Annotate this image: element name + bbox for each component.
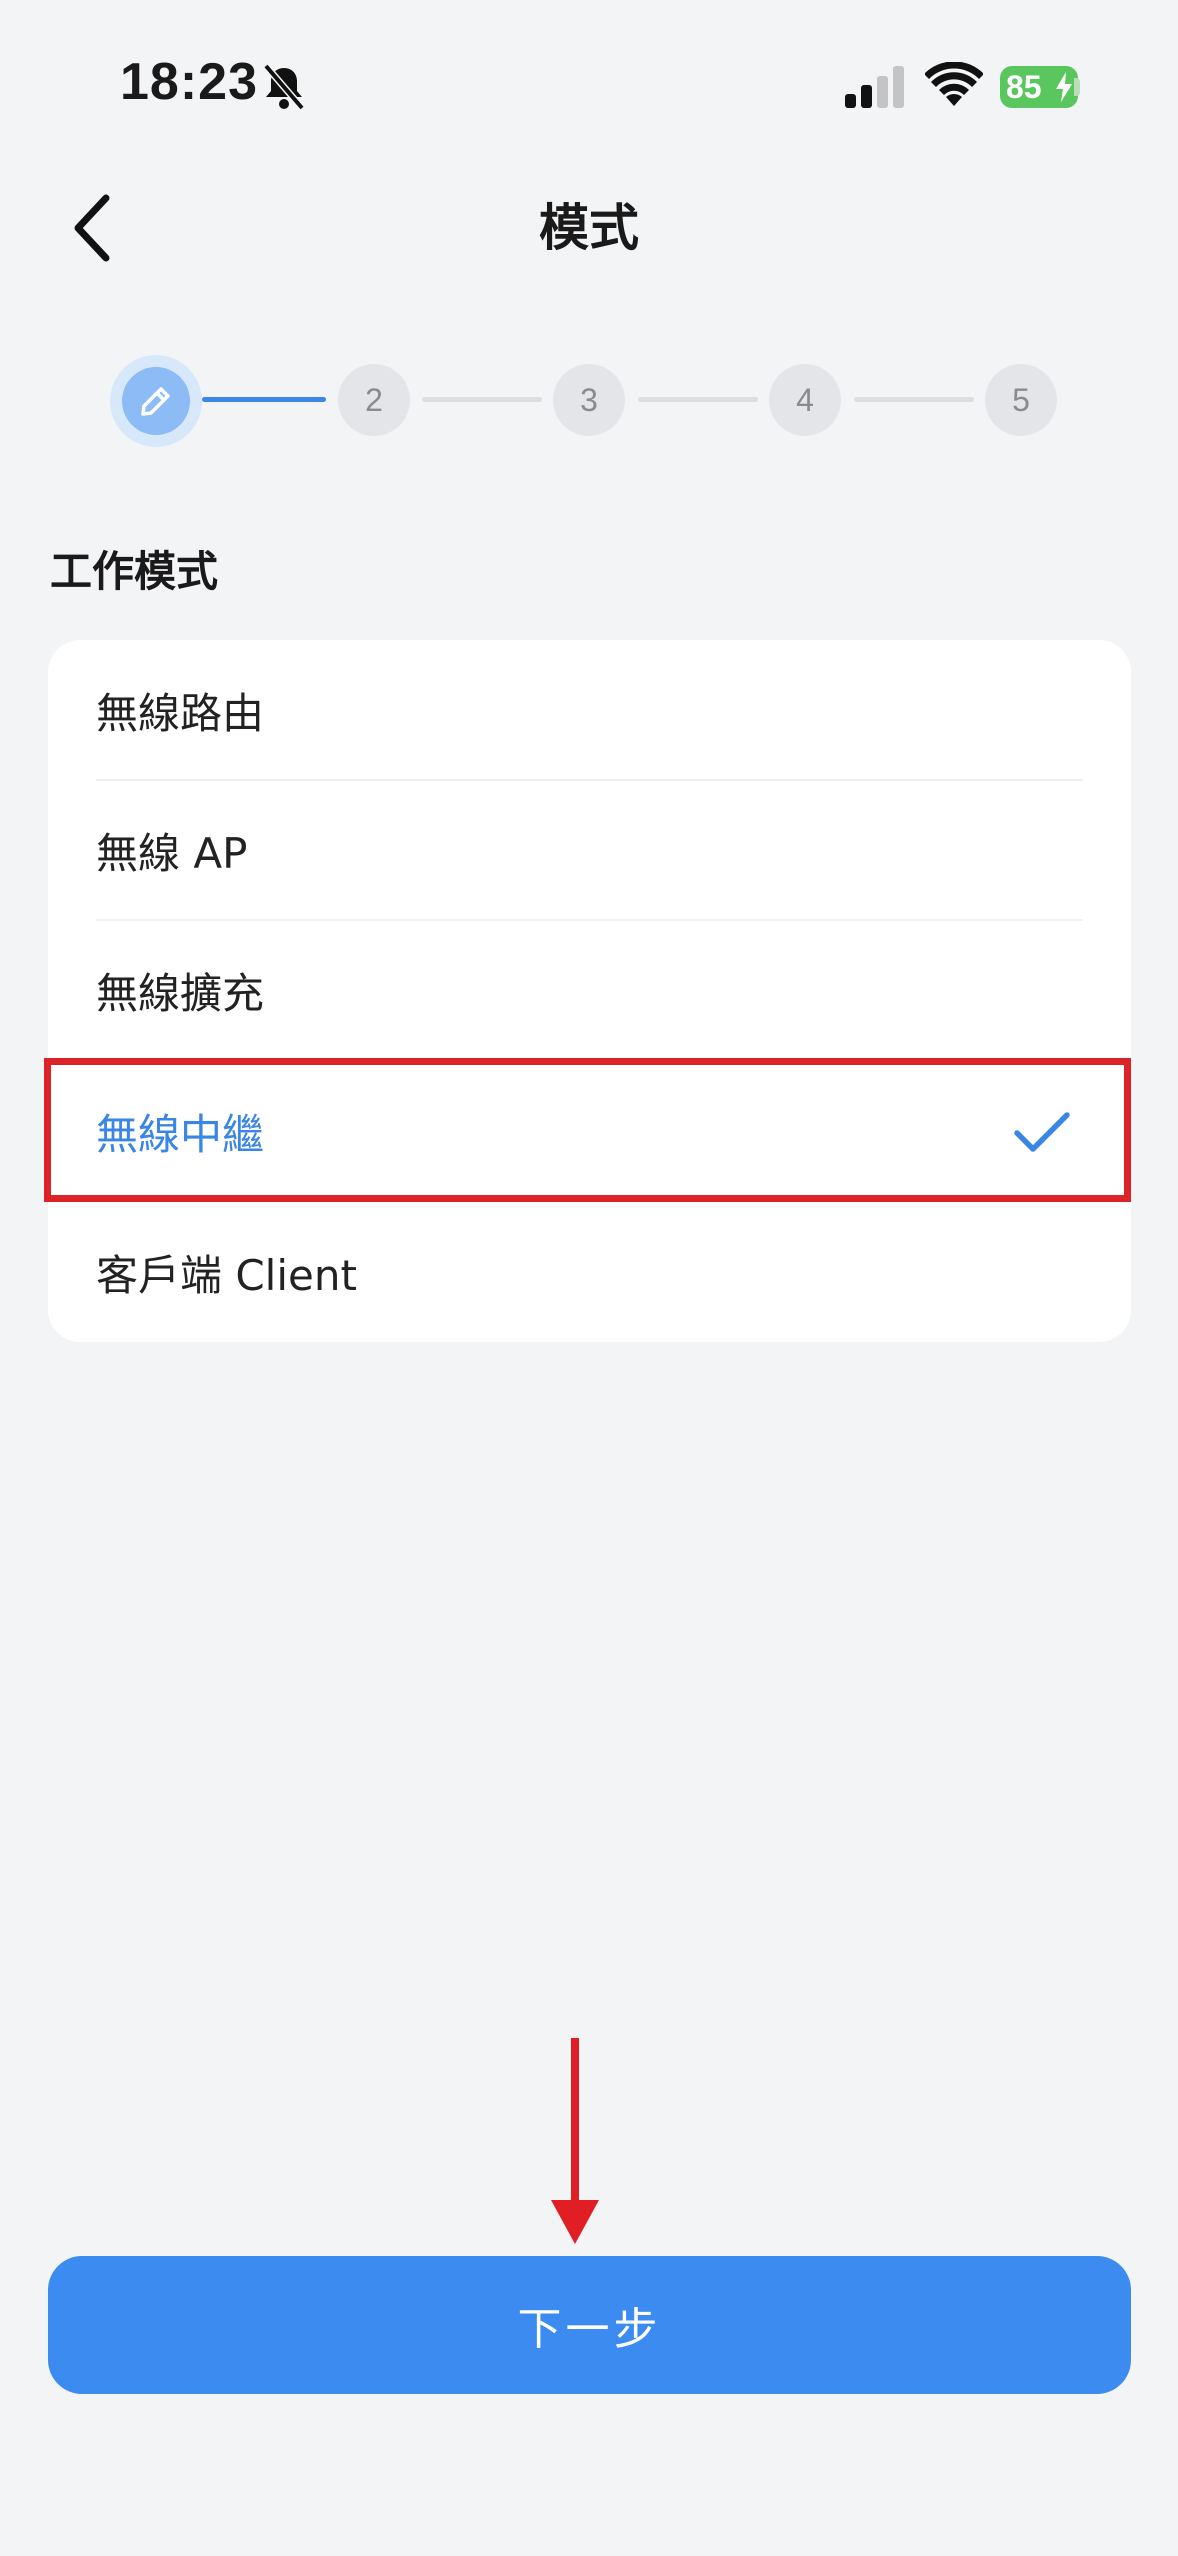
step-3: 3 xyxy=(553,364,625,436)
step-connector-4 xyxy=(854,397,974,402)
annotation-arrow-shaft xyxy=(571,2038,579,2208)
step-5: 5 xyxy=(985,364,1057,436)
step-1-active xyxy=(122,367,190,435)
option-label: 客戶端 Client xyxy=(96,1250,357,1300)
battery-charging-icon: 85 xyxy=(1000,66,1078,108)
cellular-signal-icon xyxy=(845,66,904,108)
step-4: 4 xyxy=(769,364,841,436)
bell-slash-icon xyxy=(263,63,305,111)
status-time: 18:23 xyxy=(120,53,258,111)
step-2: 2 xyxy=(338,364,410,436)
battery-level: 85 xyxy=(1006,69,1042,105)
annotation-arrow-head xyxy=(551,2200,599,2244)
section-label: 工作模式 xyxy=(50,547,219,596)
annotation-highlight-box xyxy=(44,1058,1131,1202)
option-wireless-router[interactable]: 無線路由 xyxy=(48,640,1131,780)
mode-options-list: 無線路由 無線 AP 無線擴充 無線中繼 客戶端 Client xyxy=(44,640,1131,1342)
option-label: 無線擴充 xyxy=(96,968,265,1018)
option-wireless-ap[interactable]: 無線 AP xyxy=(48,780,1131,920)
step-connector-3 xyxy=(638,397,758,402)
bolt-icon xyxy=(1056,72,1072,102)
step-connector-1 xyxy=(202,397,326,402)
battery-nub xyxy=(1074,78,1080,96)
option-client[interactable]: 客戶端 Client xyxy=(48,1202,1131,1342)
step-connector-2 xyxy=(422,397,542,402)
next-step-button[interactable]: 下一步 xyxy=(48,2256,1131,2394)
page-title: 模式 xyxy=(539,199,639,257)
wifi-icon xyxy=(925,62,983,106)
option-label: 無線 AP xyxy=(96,828,248,878)
pencil-icon xyxy=(141,387,170,416)
option-label: 無線路由 xyxy=(96,688,265,738)
progress-stepper: 2 3 4 5 xyxy=(0,355,1178,447)
option-wireless-extender[interactable]: 無線擴充 xyxy=(48,920,1131,1060)
